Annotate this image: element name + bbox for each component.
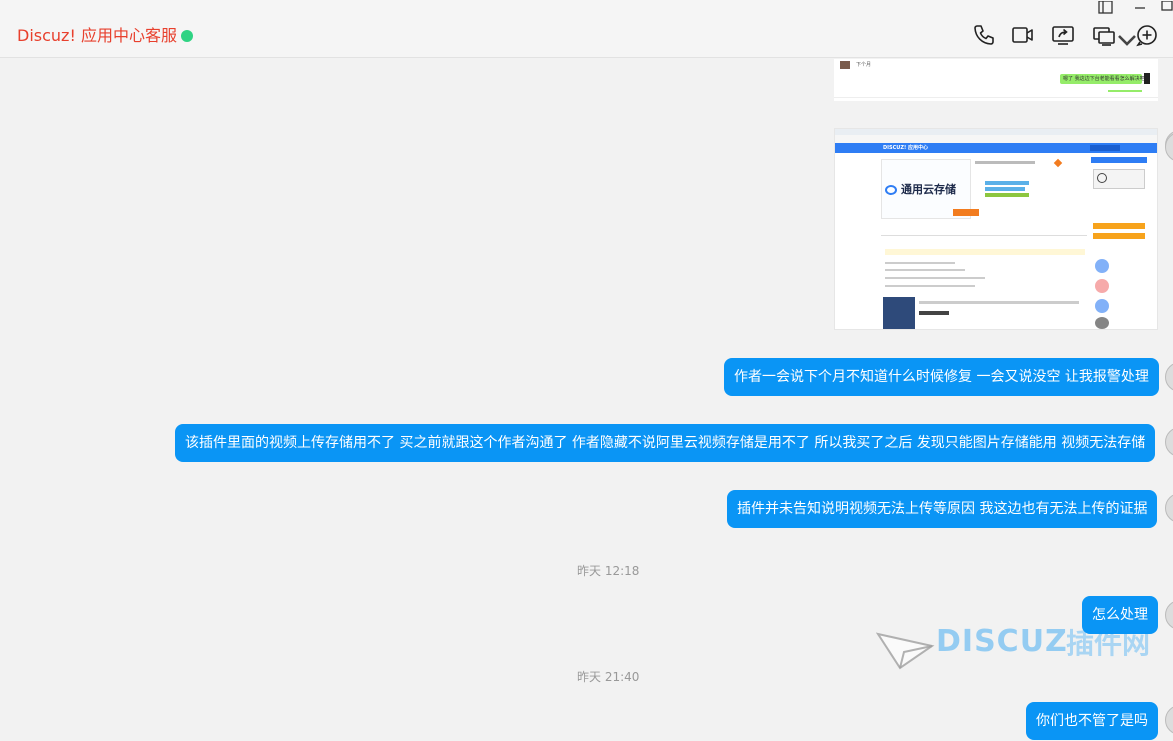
add-chat-icon[interactable] [1135, 23, 1159, 47]
message-bubble[interactable]: 该插件里面的视频上传存储用不了 买之前就跟这个作者沟通了 作者隐藏不说阿里云视频… [175, 424, 1156, 462]
minimize-icon[interactable] [1133, 0, 1147, 14]
chat-title: Discuz! 应用中心客服 [17, 26, 177, 45]
screen-share-icon[interactable] [1051, 23, 1075, 47]
phone-icon[interactable] [972, 23, 996, 47]
image2-brand: DISCUZ! 应用中心 [883, 145, 928, 151]
image2-product-name: 通用云存储 [901, 183, 956, 196]
chat-window: Discuz! 应用中心客服 下个月 嗯了 我这边下台老能看看怎么解决吧 DIS… [0, 0, 1173, 741]
screenshot-image-1[interactable]: 下个月 嗯了 我这边下台老能看看怎么解决吧 [834, 59, 1158, 101]
timestamp: 昨天 12:18 [577, 564, 640, 578]
chat-header: Discuz! 应用中心客服 [0, 0, 1173, 58]
message-bubble[interactable]: 你们也不管了是吗 [1026, 702, 1158, 740]
avatar[interactable] [1165, 493, 1173, 523]
online-status-icon [181, 30, 193, 42]
image1-reply-text: 嗯了 我这边下台老能看看怎么解决吧 [1063, 76, 1145, 82]
remote-desktop-icon[interactable] [1092, 23, 1116, 47]
message-bubble[interactable]: 插件并未告知说明视频无法上传等原因 我这边也有无法上传的证据 [727, 490, 1158, 528]
video-call-icon[interactable] [1011, 23, 1035, 47]
sidebar-toggle-icon[interactable] [1098, 0, 1114, 14]
avatar[interactable] [1165, 427, 1173, 457]
screenshot-image-2[interactable]: DISCUZ! 应用中心 通用云存储 [834, 128, 1158, 330]
avatar[interactable] [1165, 362, 1173, 392]
chevron-down-icon[interactable] [1115, 28, 1136, 52]
maximize-icon[interactable] [1160, 0, 1173, 14]
image1-name-text: 下个月 [856, 62, 872, 68]
avatar[interactable] [1165, 705, 1173, 735]
message-list[interactable]: 下个月 嗯了 我这边下台老能看看怎么解决吧 DISCUZ! 应用中心 通用云存储 [0, 59, 1173, 741]
message-bubble[interactable]: 怎么处理 [1082, 596, 1158, 634]
timestamp: 昨天 21:40 [577, 670, 640, 684]
message-bubble[interactable]: 作者一会说下个月不知道什么时候修复 一会又说没空 让我报警处理 [724, 358, 1159, 396]
avatar[interactable] [1165, 600, 1173, 630]
